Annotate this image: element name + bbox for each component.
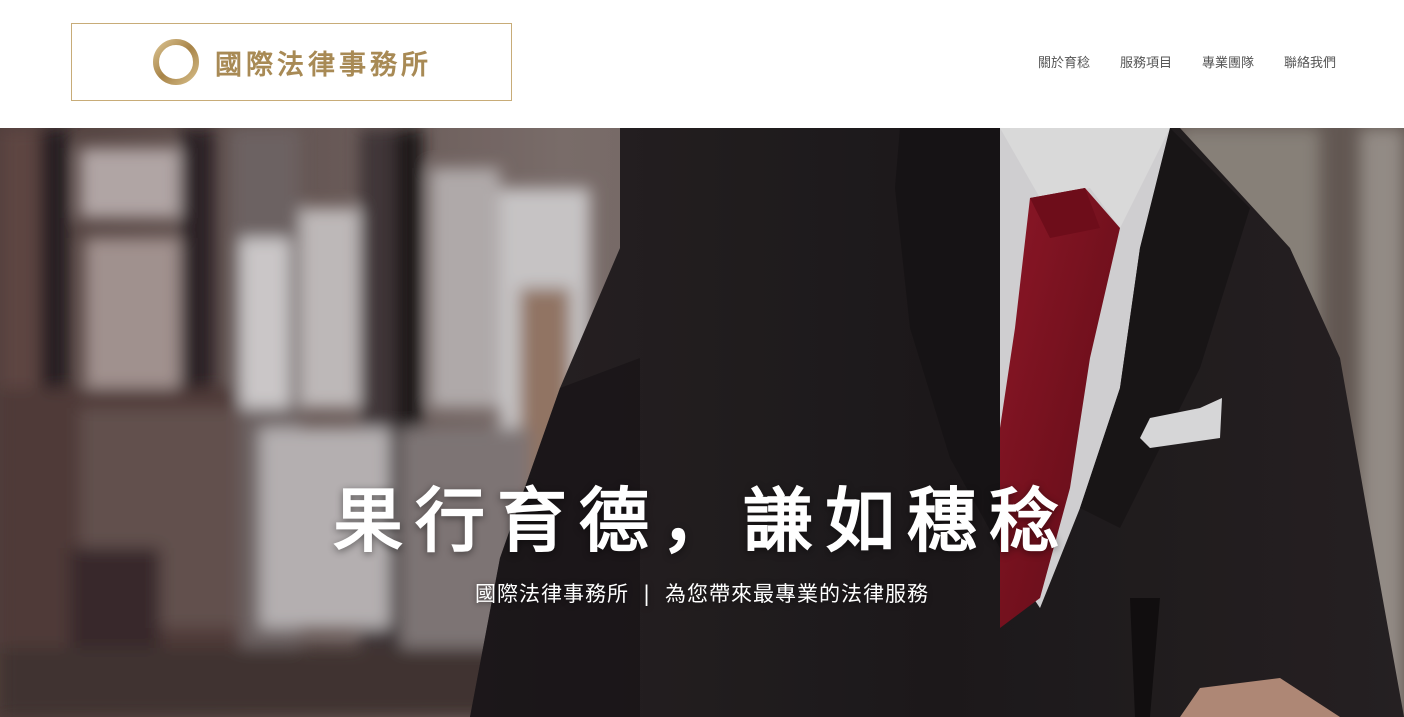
hero-subtitle: 國際法律事務所 | 為您帶來最專業的法律服務 (0, 578, 1404, 608)
nav-item-about[interactable]: 關於育稔 (1038, 52, 1090, 71)
hero-banner: 果行育德，謙如穗稔 國際法律事務所 | 為您帶來最專業的法律服務 (0, 128, 1404, 717)
hero-subtitle-separator: | (642, 582, 652, 606)
hero-headline: 果行育德，謙如穗稔 (333, 480, 1071, 562)
hero-background-image (0, 128, 1404, 717)
logo-text: 國際法律事務所 (215, 49, 432, 81)
site-header: 國際法律事務所 關於育稔 服務項目 專業團隊 聯絡我們 (0, 0, 1404, 128)
nav-item-team[interactable]: 專業團隊 (1202, 52, 1254, 71)
main-nav: 關於育稔 服務項目 專業團隊 聯絡我們 (1038, 52, 1336, 71)
hero-subtitle-firm: 國際法律事務所 (474, 582, 629, 606)
logo-link[interactable]: 國際法律事務所 (71, 23, 512, 101)
hero-subtitle-tagline: 為您帶來最專業的法律服務 (665, 582, 930, 606)
gold-ring-icon (153, 39, 199, 85)
nav-item-contact[interactable]: 聯絡我們 (1284, 52, 1336, 71)
nav-item-services[interactable]: 服務項目 (1120, 52, 1172, 71)
